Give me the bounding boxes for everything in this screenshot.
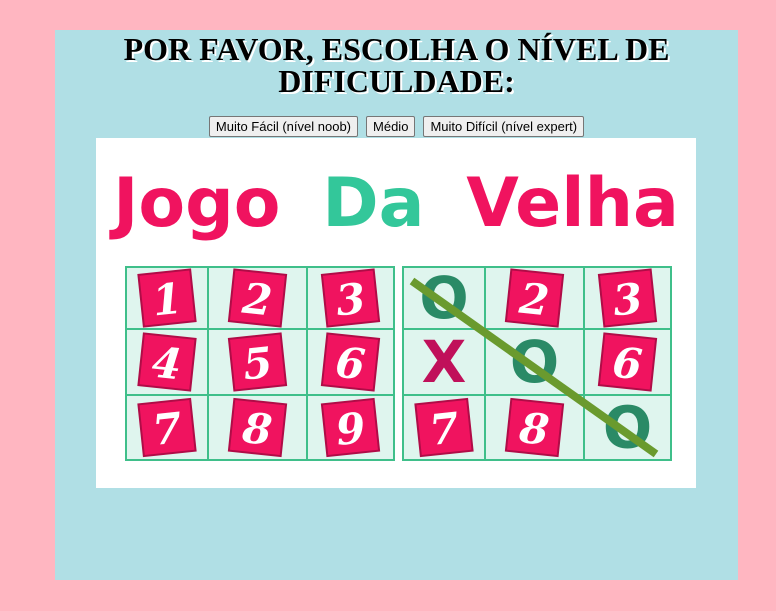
left-board-tile: 6 — [320, 332, 381, 392]
banner-title: Jogo Da Velha — [109, 164, 679, 243]
left-board-tile-number: 5 — [241, 338, 275, 390]
left-board-tile-number: 2 — [239, 273, 274, 325]
left-board-tile: 9 — [320, 397, 381, 458]
right-board-mark-o: O — [603, 394, 652, 462]
left-board-tile-number: 8 — [239, 403, 274, 455]
left-board-tile-number: 1 — [150, 274, 184, 326]
right-board-mark-o: O — [510, 328, 559, 396]
hard-button[interactable]: Muito Difícil (nível expert) — [423, 116, 585, 137]
easy-button[interactable]: Muito Fácil (nível noob) — [208, 116, 359, 137]
left-board-tile: 3 — [320, 268, 381, 328]
right-board: O 2 3X O 67 8 O — [402, 264, 672, 462]
left-board-tile: 8 — [227, 397, 288, 458]
page-title: POR FAVOR, ESCOLHA O NÍVEL DE DIFICULDAD… — [123, 31, 670, 99]
left-board-tile-number: 4 — [150, 338, 184, 390]
banner-title-da: Da — [322, 164, 424, 243]
banner-image: Jogo Da Velha 1 2 34 5 67 8 9 O 2 3X O 67 8 O — [109, 164, 679, 462]
right-board-tile-number: 2 — [516, 273, 551, 325]
right-board-tile-number: 8 — [516, 403, 551, 455]
right-board-tile-number: 3 — [611, 274, 645, 326]
banner-title-velha: Velha — [466, 164, 679, 243]
right-board-tile-number: 6 — [610, 338, 644, 390]
left-board-tile-number: 9 — [334, 403, 368, 455]
left-board-tile: 2 — [227, 268, 288, 328]
banner-title-jogo: Jogo — [109, 164, 280, 243]
right-board-tile: 2 — [504, 268, 565, 328]
medium-button[interactable]: Médio — [366, 116, 416, 137]
left-board-tile: 1 — [137, 268, 197, 328]
left-board-tile-number: 7 — [150, 403, 184, 455]
right-board-mark-o: O — [419, 264, 468, 332]
difficulty-buttons: Muito Fácil (nível noob) Médio Muito Dif… — [55, 116, 738, 137]
right-board-tile: 7 — [414, 397, 474, 458]
left-board-tile: 7 — [137, 397, 197, 458]
left-board: 1 2 3 4 5 6 7 8 9 — [125, 266, 395, 461]
left-board-tile: 5 — [227, 332, 288, 392]
left-board-tile: 4 — [137, 332, 197, 392]
left-board-tile-number: 6 — [333, 338, 367, 390]
right-board-mark-x: X — [422, 328, 467, 396]
right-board-tile: 3 — [597, 268, 658, 328]
right-board-tile: 8 — [504, 397, 565, 458]
right-board-tile: 6 — [597, 332, 658, 392]
left-board-tile-number: 3 — [334, 274, 368, 326]
game-panel: POR FAVOR, ESCOLHA O NÍVEL DE DIFICULDAD… — [55, 30, 738, 580]
right-board-tile-number: 7 — [427, 403, 461, 455]
tic-tac-toe-banner: Jogo Da Velha 123456789 O23XO678O — [96, 138, 696, 488]
